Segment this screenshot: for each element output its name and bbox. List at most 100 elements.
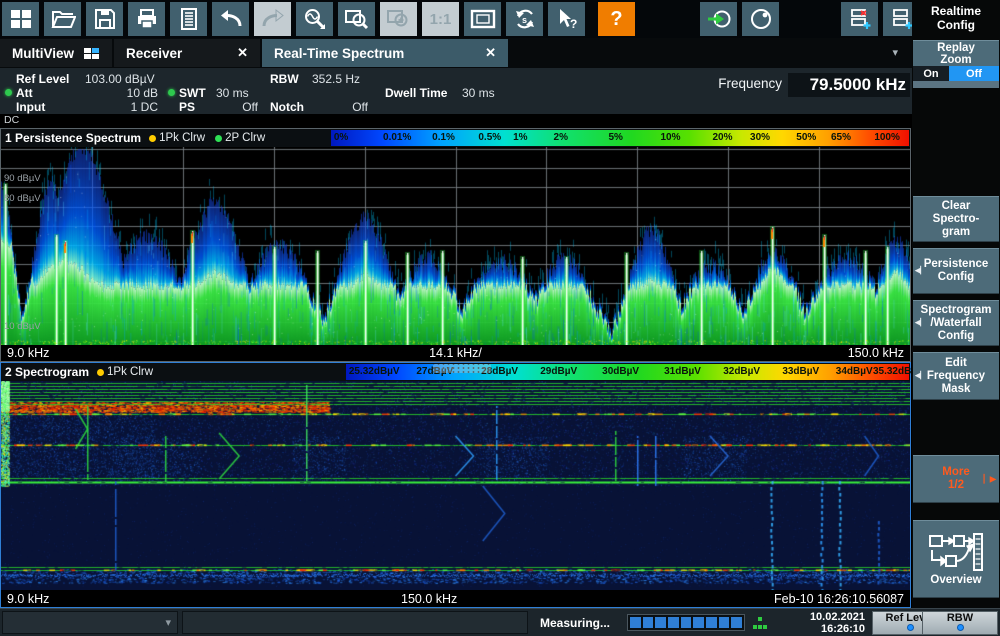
softkey-persistence-config[interactable]: ◀▏Persistence Config bbox=[913, 248, 999, 294]
status-dropdown[interactable]: ▾ bbox=[2, 611, 178, 634]
att-label: Att bbox=[16, 86, 33, 100]
swt-value[interactable]: 30 ms bbox=[216, 86, 249, 100]
scale-label-12: 100% bbox=[874, 132, 900, 143]
ref-level-led bbox=[907, 624, 914, 631]
scale-label-2: 0.1% bbox=[432, 132, 455, 143]
zoom-selection-icon[interactable] bbox=[338, 2, 375, 36]
y-label-80: 80 dBµV bbox=[4, 193, 41, 204]
new-window-close-icon[interactable] bbox=[841, 2, 878, 36]
dwell-time-label: Dwell Time bbox=[385, 86, 447, 100]
persistence-header: 1 Persistence Spectrum 1Pk Clrw 2P Clrw … bbox=[1, 129, 910, 147]
date-value: 10.02.2021 bbox=[810, 611, 865, 623]
scale-label-5: 31dBµV bbox=[664, 366, 701, 377]
tab-realtime-spectrum-close-icon[interactable]: ✕ bbox=[467, 45, 496, 61]
progress-segment bbox=[655, 617, 666, 628]
spectrogram-timestamp: Feb-10 16:26:10.56087 bbox=[774, 592, 904, 606]
softkey-sidebar: Realtime Config Replay Zoom On Off Clear… bbox=[912, 0, 1000, 608]
open-file-icon[interactable] bbox=[44, 2, 81, 36]
save-icon[interactable] bbox=[86, 2, 123, 36]
zoom-in-icon[interactable] bbox=[380, 2, 417, 36]
time-value: 16:26:10 bbox=[821, 623, 865, 635]
persistence-title: 1 Persistence Spectrum bbox=[1, 131, 149, 145]
display-frame-icon[interactable] bbox=[464, 2, 501, 36]
sync-sweep-icon[interactable]: s bbox=[506, 2, 543, 36]
scale-label-11: 65% bbox=[831, 132, 851, 143]
windows-icon[interactable] bbox=[2, 2, 39, 36]
spectrogram-axis-bar: 9.0 kHz 150.0 kHz Feb-10 16:26:10.56087 bbox=[1, 591, 910, 607]
scale-label-3: 0.5% bbox=[478, 132, 501, 143]
tab-multiview[interactable]: MultiView bbox=[0, 39, 112, 67]
context-help-icon[interactable]: ? bbox=[548, 2, 585, 36]
scale-label-0: 0% bbox=[334, 132, 348, 143]
att-value[interactable]: 10 dB bbox=[98, 86, 158, 100]
toolbar: 1:1 s ? ? » bbox=[0, 0, 912, 38]
sg-trace-1pk-clrw[interactable]: 1Pk Clrw bbox=[97, 366, 153, 378]
softkey-overview[interactable]: Overview bbox=[913, 520, 999, 598]
frequency-label: Frequency bbox=[668, 76, 782, 91]
input-value[interactable]: 1 DC bbox=[98, 100, 158, 114]
svg-text:s: s bbox=[522, 15, 527, 25]
replay-zoom-off[interactable]: Off bbox=[949, 66, 999, 81]
persistence-display[interactable]: 90 dBµV 80 dBµV 10 dBµV bbox=[1, 147, 910, 345]
tab-overflow-caret-icon[interactable]: ▾ bbox=[892, 46, 898, 59]
replay-zoom-label[interactable]: Replay Zoom bbox=[913, 40, 999, 66]
frequency-value[interactable]: 79.5000 kHz bbox=[788, 73, 910, 97]
swt-led bbox=[168, 89, 175, 96]
persistence-axis-bar: 9.0 kHz 14.1 kHz/ 150.0 kHz bbox=[1, 345, 910, 361]
scale-label-6: 32dBµV bbox=[723, 366, 760, 377]
more-arrow-icon: ▏▶ bbox=[984, 473, 996, 486]
trace2-dot-icon bbox=[215, 135, 222, 142]
redo-icon[interactable] bbox=[254, 2, 291, 36]
input-label: Input bbox=[16, 100, 45, 114]
scale-label-8: 20% bbox=[712, 132, 732, 143]
help-icon[interactable]: ? bbox=[598, 2, 635, 36]
progress-segment bbox=[706, 617, 717, 628]
spectrogram-canvas[interactable] bbox=[1, 381, 910, 590]
rbw-value[interactable]: 352.5 Hz bbox=[312, 72, 360, 86]
trace1-dot-icon bbox=[149, 135, 156, 142]
ps-value[interactable]: Off bbox=[213, 100, 258, 114]
ref-level-value[interactable]: 103.00 dBµV bbox=[85, 72, 155, 86]
tab-realtime-spectrum-label: Real-Time Spectrum bbox=[274, 46, 404, 61]
spectrogram-display[interactable] bbox=[1, 381, 910, 591]
notch-value[interactable]: Off bbox=[330, 100, 368, 114]
overview-label: Overview bbox=[930, 574, 981, 587]
report-icon[interactable] bbox=[170, 2, 207, 36]
softkey-clear-spectrogram[interactable]: Clear Spectro- gram bbox=[913, 196, 999, 242]
softkey-more[interactable]: More 1/2▏▶ bbox=[913, 455, 999, 503]
overview-flow-icon bbox=[928, 532, 984, 572]
replay-zoom-on[interactable]: On bbox=[913, 66, 949, 81]
tab-bar: MultiView Receiver ✕ Real-Time Spectrum … bbox=[0, 38, 912, 68]
dropdown-caret-icon: ▾ bbox=[165, 616, 171, 629]
persistence-canvas[interactable] bbox=[1, 147, 910, 345]
spectrogram-color-scale: 25.32dBµV27dBµV28dBµV29dBµV30dBµV31dBµV3… bbox=[346, 364, 909, 380]
status-message-panel bbox=[182, 611, 528, 634]
dwell-time-value[interactable]: 30 ms bbox=[462, 86, 495, 100]
progress-segment bbox=[643, 617, 654, 628]
zoom-signal-icon[interactable] bbox=[296, 2, 333, 36]
progress-segment bbox=[630, 617, 641, 628]
softkey-spectrogram-config[interactable]: ◀▏Spectrogram /Waterfall Config bbox=[913, 300, 999, 346]
tab-receiver-close-icon[interactable]: ✕ bbox=[219, 45, 248, 61]
splitter-handle[interactable] bbox=[433, 364, 491, 373]
preset-icon[interactable] bbox=[700, 2, 737, 36]
svg-text:?: ? bbox=[570, 17, 577, 31]
ref-level-label: Ref Level bbox=[16, 72, 69, 86]
scale-label-4: 30dBµV bbox=[602, 366, 639, 377]
undo-icon[interactable] bbox=[212, 2, 249, 36]
rbw-hardkey[interactable]: RBW bbox=[922, 611, 998, 635]
trace-1pk-clrw[interactable]: 1Pk Clrw bbox=[149, 132, 205, 144]
one-to-one-icon[interactable]: 1:1 bbox=[422, 2, 459, 36]
knob-icon[interactable] bbox=[742, 2, 779, 36]
scale-label-3: 29dBµV bbox=[540, 366, 577, 377]
swt-label: SWT bbox=[179, 86, 206, 100]
softkey-edit-frequency-mask[interactable]: ◀▏Edit Frequency Mask bbox=[913, 352, 999, 400]
print-icon[interactable] bbox=[128, 2, 165, 36]
tab-realtime-spectrum[interactable]: Real-Time Spectrum ✕ bbox=[262, 39, 508, 67]
tab-receiver[interactable]: Receiver ✕ bbox=[114, 39, 260, 67]
spectrogram-title: 2 Spectrogram bbox=[1, 365, 97, 379]
softkey-menu-title: Realtime Config bbox=[912, 4, 1000, 32]
progress-segment bbox=[693, 617, 704, 628]
progress-segment bbox=[668, 617, 679, 628]
trace-2p-clrw[interactable]: 2P Clrw bbox=[215, 132, 265, 144]
